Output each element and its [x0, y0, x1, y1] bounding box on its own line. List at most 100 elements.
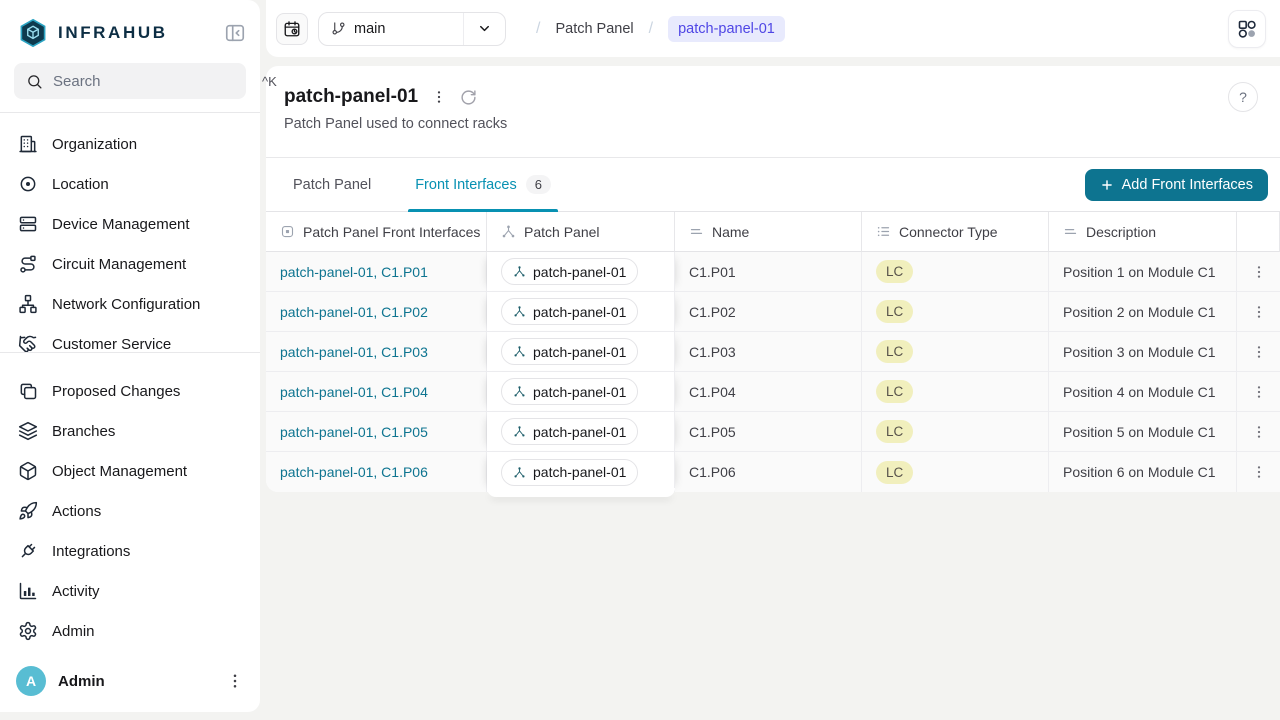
tab-front-interfaces[interactable]: Front Interfaces 6 — [415, 158, 551, 211]
column-header-patch-panel[interactable]: Patch Panel — [487, 212, 675, 252]
sidebar-item-integrations[interactable]: Integrations — [0, 531, 260, 571]
time-travel-button[interactable] — [276, 13, 308, 45]
column-header-connector-type[interactable]: Connector Type — [862, 212, 1049, 252]
avatar[interactable]: A — [16, 666, 46, 696]
sidebar-item-organization[interactable]: Organization — [0, 124, 260, 164]
sidebar-item-location[interactable]: Location — [0, 164, 260, 204]
column-header-name[interactable]: Name — [675, 212, 862, 252]
row-actions-button[interactable] — [1251, 384, 1267, 400]
sidebar-collapse-button[interactable] — [224, 22, 246, 44]
table-row-patch-panel-cell: patch-panel-01 — [487, 372, 675, 412]
sidebar-item-circuit-management[interactable]: Circuit Management — [0, 244, 260, 284]
patch-panel-chip-label: patch-panel-01 — [533, 304, 626, 320]
row-actions-button[interactable] — [1251, 424, 1267, 440]
sidebar-nav-secondary: Proposed Changes Branches Object Managemen… — [0, 371, 260, 651]
patch-panel-chip[interactable]: patch-panel-01 — [501, 378, 638, 405]
sidebar-item-actions[interactable]: Actions — [0, 491, 260, 531]
table-row-interface-cell: patch-panel-01, C1.P03 — [266, 332, 487, 372]
layers-icon — [18, 421, 38, 441]
row-actions-button[interactable] — [1251, 304, 1267, 320]
location-icon — [18, 174, 38, 194]
handshake-icon — [18, 334, 38, 352]
sidebar-item-device-management[interactable]: Device Management — [0, 204, 260, 244]
sidebar-item-label: Admin — [52, 623, 95, 640]
patch-panel-chip[interactable]: patch-panel-01 — [501, 459, 638, 486]
breadcrumb-item-current[interactable]: patch-panel-01 — [668, 16, 785, 42]
row-actions-button[interactable] — [1251, 264, 1267, 280]
front-interface-link[interactable]: patch-panel-01, C1.P04 — [280, 384, 428, 400]
hierarchy-icon — [513, 305, 526, 318]
patch-panel-chip[interactable]: patch-panel-01 — [501, 418, 638, 445]
collapse-panel-icon — [224, 22, 246, 44]
search-icon — [26, 73, 43, 90]
front-interface-link[interactable]: patch-panel-01, C1.P05 — [280, 424, 428, 440]
interface-name: C1.P01 — [689, 264, 736, 280]
add-front-interfaces-button[interactable]: Add Front Interfaces — [1085, 169, 1268, 201]
sidebar-item-activity[interactable]: Activity — [0, 571, 260, 611]
table-row-interface-cell: patch-panel-01, C1.P05 — [266, 412, 487, 452]
sidebar-item-label: Integrations — [52, 543, 130, 560]
sidebar-item-label: Location — [52, 176, 109, 193]
sidebar-item-label: Branches — [52, 423, 115, 440]
help-button[interactable]: ? — [1228, 82, 1258, 112]
branch-chevron[interactable] — [463, 13, 505, 45]
patch-panel-chip[interactable]: patch-panel-01 — [501, 298, 638, 325]
search-input[interactable] — [53, 73, 252, 90]
connector-type-badge: LC — [876, 461, 913, 484]
hierarchy-icon — [513, 425, 526, 438]
table-row-name-cell: C1.P06 — [675, 452, 862, 492]
branch-selector[interactable]: main — [318, 12, 506, 46]
front-interface-link[interactable]: patch-panel-01, C1.P06 — [280, 464, 428, 480]
front-interface-link[interactable]: patch-panel-01, C1.P03 — [280, 344, 428, 360]
front-interface-link[interactable]: patch-panel-01, C1.P01 — [280, 264, 428, 280]
hierarchy-icon — [513, 385, 526, 398]
table-row-actions-cell — [1237, 292, 1280, 332]
patch-panel-chip[interactable]: patch-panel-01 — [501, 338, 638, 365]
row-actions-button[interactable] — [1251, 344, 1267, 360]
connector-type-badge: LC — [876, 300, 913, 323]
patch-panel-chip[interactable]: patch-panel-01 — [501, 258, 638, 285]
sidebar-item-branches[interactable]: Branches — [0, 411, 260, 451]
table-row-actions-cell — [1237, 252, 1280, 292]
breadcrumb-item-patch-panel[interactable]: Patch Panel — [555, 21, 633, 37]
tab-patch-panel[interactable]: Patch Panel — [293, 158, 371, 211]
table-header: Patch Panel Front InterfacesPatch PanelN… — [266, 212, 1280, 252]
server-icon — [18, 214, 38, 234]
tab-label: Patch Panel — [293, 177, 371, 193]
row-actions-button[interactable] — [1251, 464, 1267, 480]
table-row-connector-cell: LC — [862, 372, 1049, 412]
hierarchy-icon — [513, 466, 526, 479]
sidebar-nav-primary: Organization Location Device ManagementCir… — [0, 124, 260, 352]
table-body: patch-panel-01, C1.P01 patch-panel-01 C1.P… — [266, 252, 1280, 492]
sidebar-item-label: Object Management — [52, 463, 187, 480]
sidebar: INFRAHUB ^K OrganizationLocationDevice M… — [0, 0, 260, 712]
interface-name: C1.P05 — [689, 424, 736, 440]
plug-icon — [18, 541, 38, 561]
column-header-description[interactable]: Description — [1049, 212, 1237, 252]
sidebar-item-label: Network Configuration — [52, 296, 200, 313]
front-interface-link[interactable]: patch-panel-01, C1.P02 — [280, 304, 428, 320]
user-menu-button[interactable] — [226, 672, 244, 690]
list-icon — [876, 224, 891, 239]
breadcrumb-slash: / — [649, 20, 653, 38]
patch-panel-chip-label: patch-panel-01 — [533, 344, 626, 360]
add-button-label: Add Front Interfaces — [1122, 177, 1253, 193]
sidebar-item-label: Proposed Changes — [52, 383, 180, 400]
sidebar-item-network-configuration[interactable]: Network Configuration — [0, 284, 260, 324]
table-row-connector-cell: LC — [862, 252, 1049, 292]
patch-panel-chip-label: patch-panel-01 — [533, 424, 626, 440]
column-header-patch-panel-front-interfaces[interactable]: Patch Panel Front Interfaces — [266, 212, 487, 252]
sidebar-item-admin[interactable]: Admin — [0, 611, 260, 651]
sidebar-item-proposed-changes[interactable]: Proposed Changes — [0, 371, 260, 411]
object-menu-button[interactable] — [431, 89, 447, 105]
search-bar[interactable]: ^K — [14, 63, 246, 99]
kebab-icon — [1251, 344, 1267, 360]
refresh-button[interactable] — [460, 89, 477, 106]
table-row-interface-cell: patch-panel-01, C1.P02 — [266, 292, 487, 332]
sidebar-item-object-management[interactable]: Object Management — [0, 451, 260, 491]
cube-icon — [18, 461, 38, 481]
git-branch-icon — [331, 21, 346, 36]
tab-count-badge: 6 — [526, 175, 551, 194]
sidebar-item-customer-service[interactable]: Customer Service — [0, 324, 260, 352]
graphql-sandbox-button[interactable] — [1228, 10, 1266, 48]
